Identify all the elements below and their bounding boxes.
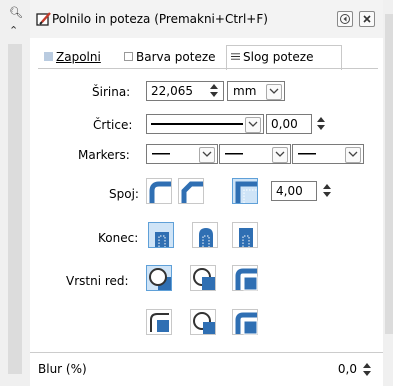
tab-stroke-style-label: Slog poteze bbox=[243, 50, 314, 64]
cap-butt-icon bbox=[155, 232, 169, 247]
markers-label: Markers: bbox=[78, 148, 130, 162]
cap-square-button[interactable] bbox=[232, 222, 258, 248]
join-miter-icon bbox=[235, 181, 257, 203]
order-markers-first-button[interactable] bbox=[232, 265, 258, 291]
chevron-down-icon bbox=[245, 117, 261, 133]
width-spinner[interactable] bbox=[209, 82, 218, 100]
zoom-icon[interactable]: 🔍︎ bbox=[9, 6, 23, 19]
cap-butt-button[interactable] bbox=[148, 222, 174, 248]
tab-fill-label: Zapolni bbox=[56, 50, 101, 64]
width-label: Širina: bbox=[92, 85, 131, 99]
miter-limit-input[interactable]: 4,00 bbox=[271, 181, 317, 201]
end-marker-select[interactable] bbox=[292, 144, 364, 164]
join-miter-button[interactable] bbox=[232, 178, 258, 204]
join-bevel-button[interactable] bbox=[146, 178, 172, 204]
mid-marker-select[interactable] bbox=[219, 144, 291, 164]
tab-stroke-paint[interactable]: Barva poteze bbox=[120, 46, 239, 68]
fill-icon bbox=[44, 52, 53, 61]
unit-value: mm bbox=[233, 84, 257, 98]
order-alt3-button[interactable] bbox=[232, 309, 258, 335]
tab-fill[interactable]: Zapolni bbox=[40, 46, 132, 68]
blur-label: Blur (%) bbox=[38, 362, 87, 376]
order-alt3-icon bbox=[235, 312, 258, 335]
miter-limit-value: 4,00 bbox=[276, 184, 303, 198]
panel-title: Polnilo in poteza (Premakni+Ctrl+F) bbox=[52, 12, 268, 26]
order-alt1-icon bbox=[150, 313, 169, 332]
stroke-paint-icon bbox=[124, 52, 133, 61]
dash-offset-value: 0,00 bbox=[271, 117, 298, 131]
order-markers-first-icon bbox=[235, 268, 258, 291]
cap-round-button[interactable] bbox=[192, 222, 218, 248]
blur-row: Blur (%) 0,0 bbox=[30, 352, 383, 386]
marker-none-preview bbox=[225, 153, 243, 155]
dash-pattern-select[interactable] bbox=[146, 114, 264, 134]
start-marker-select[interactable] bbox=[146, 144, 218, 164]
panel-menu-button[interactable] bbox=[337, 11, 353, 27]
join-round-icon bbox=[181, 181, 203, 203]
fill-stroke-panel: Polnilo in poteza (Premakni+Ctrl+F) Zapo… bbox=[30, 0, 383, 386]
order-stroke-fill-button[interactable] bbox=[190, 265, 216, 291]
stroke-style-icon bbox=[231, 53, 240, 60]
dashes-label: Črtice: bbox=[93, 118, 133, 132]
right-scrollbar-track[interactable] bbox=[383, 0, 393, 385]
cap-label: Konec: bbox=[98, 231, 139, 245]
order-normal-button[interactable] bbox=[146, 265, 172, 291]
left-sidebar: 🔍︎ ⌃ bbox=[0, 0, 30, 385]
tab-stroke-style[interactable]: Slog poteze bbox=[226, 45, 342, 70]
chevron-down-icon bbox=[272, 147, 288, 163]
panel-titlebar: Polnilo in poteza (Premakni+Ctrl+F) bbox=[30, 0, 383, 38]
dash-solid-preview bbox=[151, 123, 243, 125]
order-alt2-button[interactable] bbox=[190, 309, 216, 335]
order-stroke-fill-icon bbox=[193, 268, 215, 290]
marker-none-preview bbox=[152, 153, 170, 155]
dash-offset-spinner[interactable] bbox=[316, 115, 325, 133]
order-fill-stroke-markers-icon bbox=[149, 268, 171, 290]
dash-offset-input[interactable]: 0,00 bbox=[266, 114, 312, 134]
fill-stroke-icon bbox=[36, 12, 51, 26]
order-label: Vrstni red: bbox=[66, 274, 129, 288]
miter-limit-spinner[interactable] bbox=[322, 182, 331, 200]
chevron-down-icon bbox=[345, 147, 361, 163]
blur-spinner[interactable] bbox=[362, 361, 371, 379]
order-alt1-button[interactable] bbox=[146, 309, 172, 335]
cap-square-icon bbox=[239, 228, 253, 247]
join-label: Spoj: bbox=[109, 187, 139, 201]
blur-value[interactable]: 0,0 bbox=[338, 362, 357, 376]
unit-select[interactable]: mm bbox=[227, 81, 285, 101]
width-input[interactable]: 22,065 bbox=[146, 81, 224, 101]
marker-none-preview bbox=[298, 153, 316, 155]
join-round-button[interactable] bbox=[178, 178, 204, 204]
scroll-up-icon[interactable]: ⌃ bbox=[9, 24, 18, 37]
right-scrollbar[interactable] bbox=[385, 14, 393, 334]
chevron-down-icon bbox=[266, 84, 282, 100]
menu-icon bbox=[340, 14, 350, 24]
width-value: 22,065 bbox=[151, 84, 193, 98]
tab-stroke-paint-label: Barva poteze bbox=[136, 50, 216, 64]
left-scrollbar[interactable] bbox=[8, 44, 22, 374]
chevron-down-icon bbox=[199, 147, 215, 163]
close-icon bbox=[363, 15, 371, 23]
panel-close-button[interactable] bbox=[359, 11, 375, 27]
order-alt2-icon bbox=[193, 312, 215, 334]
cap-round-icon bbox=[199, 228, 213, 247]
join-bevel-icon bbox=[149, 181, 171, 203]
tab-divider bbox=[38, 68, 378, 69]
